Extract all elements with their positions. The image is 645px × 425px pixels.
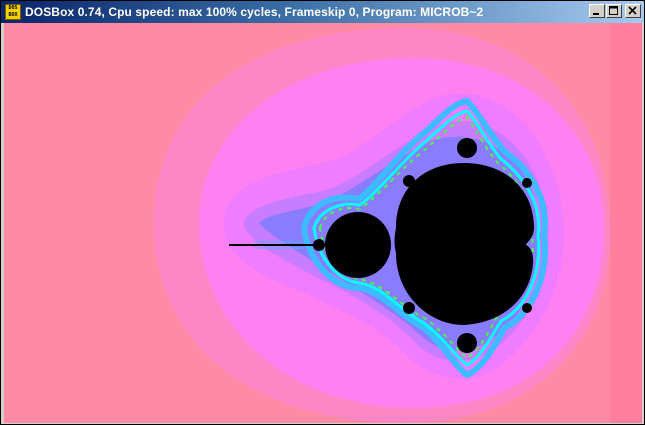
top-bulb [457,138,477,158]
small-bulb-bottom-left [403,302,415,314]
close-button[interactable] [625,4,641,18]
mandelbrot-fractal [4,23,642,423]
window-title: DOSBox 0.74, Cpu speed: max 100% cycles,… [25,5,484,19]
dosbox-window: DOS BOX DOSBox 0.74, Cpu speed: max 100% … [0,0,645,425]
right-edge-band [610,23,642,423]
main-cardioid [394,163,534,325]
dosbox-app-icon[interactable]: DOS BOX [5,4,21,20]
small-bulb-right-top [522,178,532,188]
dos-screen[interactable] [4,23,642,423]
small-bulb-top-left [403,175,415,187]
title-bar-buttons [588,4,641,18]
bottom-bulb [457,333,477,353]
title-bar[interactable]: DOS BOX DOSBox 0.74, Cpu speed: max 100% … [1,1,644,23]
small-bulb-right-bottom [522,303,532,313]
maximize-button[interactable] [606,4,622,18]
minimize-button[interactable] [589,4,605,18]
maximize-icon [609,6,618,15]
close-icon [628,6,637,15]
minimize-icon [593,13,599,15]
period-2-bulb [325,212,391,278]
